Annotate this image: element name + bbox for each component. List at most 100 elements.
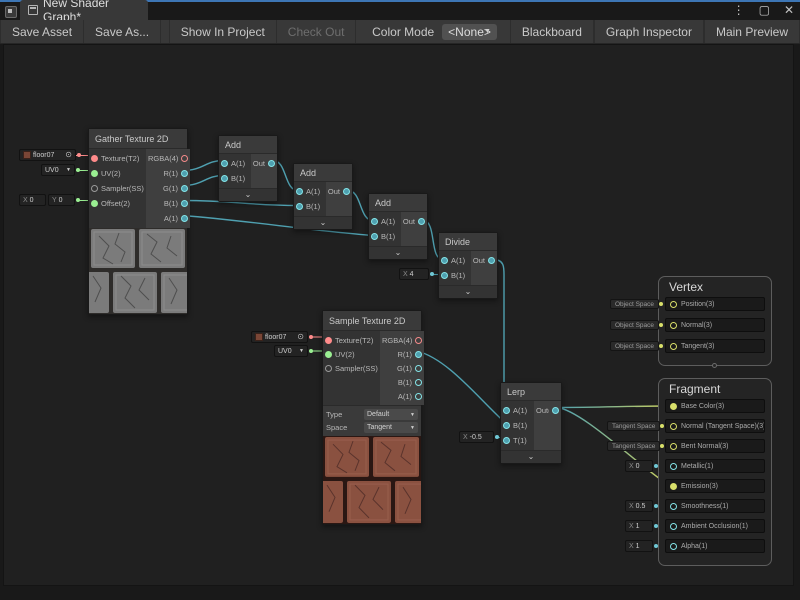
fragment-alpha-field[interactable]: X1 bbox=[625, 540, 653, 552]
fragment-metallic-field[interactable]: X0 bbox=[625, 460, 653, 472]
port-a-in[interactable] bbox=[296, 188, 303, 195]
port-ambient-occlusion[interactable] bbox=[670, 523, 677, 530]
port-sampler-in[interactable] bbox=[91, 185, 98, 192]
gather-offset-y-field[interactable]: Y 0 bbox=[48, 194, 75, 206]
port-offset-in[interactable] bbox=[91, 200, 98, 207]
port-g-out[interactable] bbox=[415, 365, 422, 372]
dropdown-arrow-icon: ▼ bbox=[299, 348, 304, 354]
node-add-1[interactable]: Add A(1) B(1) Out(1) ⌄ bbox=[218, 135, 278, 202]
port-out[interactable] bbox=[552, 407, 559, 414]
gather-texture-field[interactable]: floor07 ⊙ bbox=[19, 149, 76, 161]
port-out[interactable] bbox=[268, 160, 275, 167]
port-normal-ts[interactable] bbox=[670, 423, 677, 430]
port-g-out[interactable] bbox=[181, 185, 188, 192]
port-t-in[interactable] bbox=[503, 437, 510, 444]
port-a-in[interactable] bbox=[503, 407, 510, 414]
fragment-smoothness-field[interactable]: X0.5 bbox=[625, 500, 653, 512]
node-gather-texture-2d[interactable]: Gather Texture 2D Texture(T2) UV(2) Samp… bbox=[88, 128, 188, 315]
texture-preview-red bbox=[323, 436, 421, 524]
collapse-toggle[interactable]: ⌄ bbox=[439, 285, 497, 298]
space-tag-object-3: Object Space bbox=[610, 341, 659, 351]
maximize-icon[interactable]: ▢ bbox=[759, 3, 770, 17]
save-as-button[interactable]: Save As... bbox=[84, 20, 161, 43]
kebab-menu-icon[interactable]: ⋮ bbox=[733, 3, 745, 17]
fragment-row-bent-normal[interactable]: Bent Normal(3) bbox=[665, 439, 765, 453]
port-normal[interactable] bbox=[670, 322, 677, 329]
tab-new-shader-graph[interactable]: New Shader Graph* bbox=[20, 0, 148, 20]
save-asset-button[interactable]: Save Asset bbox=[0, 20, 84, 43]
port-rgba-out[interactable] bbox=[181, 155, 188, 162]
sample-uv-dropdown[interactable]: UV0 ▼ bbox=[274, 345, 308, 357]
port-a-in[interactable] bbox=[441, 257, 448, 264]
port-position[interactable] bbox=[670, 301, 677, 308]
port-a-out[interactable] bbox=[415, 393, 422, 400]
object-picker-icon[interactable]: ⊙ bbox=[65, 151, 72, 159]
node-divide[interactable]: Divide A(1) B(1) Out(1) ⌄ bbox=[438, 232, 498, 299]
gather-offset-x-field[interactable]: X 0 bbox=[19, 194, 46, 206]
port-out[interactable] bbox=[488, 257, 495, 264]
port-r-out[interactable] bbox=[415, 351, 422, 358]
main-preview-toggle-button[interactable]: Main Preview bbox=[704, 20, 800, 43]
show-in-project-button[interactable]: Show In Project bbox=[169, 20, 277, 43]
port-b-out[interactable] bbox=[415, 379, 422, 386]
gather-uv-dropdown[interactable]: UV0 ▼ bbox=[41, 164, 75, 176]
vertex-context-block[interactable]: Vertex Position(3) Normal(3) Tangent(3) bbox=[658, 276, 772, 366]
fragment-ao-field[interactable]: X1 bbox=[625, 520, 653, 532]
port-texture-in[interactable] bbox=[91, 155, 98, 162]
vertex-row-normal[interactable]: Normal(3) bbox=[665, 318, 765, 332]
port-b-out[interactable] bbox=[181, 200, 188, 207]
port-smoothness[interactable] bbox=[670, 503, 677, 510]
vertex-row-position[interactable]: Position(3) bbox=[665, 297, 765, 311]
collapse-toggle[interactable]: ⌄ bbox=[294, 216, 352, 229]
space-dropdown[interactable]: Tangent ▼ bbox=[364, 422, 418, 433]
fragment-row-emission[interactable]: Emission(3) bbox=[665, 479, 765, 493]
port-out[interactable] bbox=[343, 188, 350, 195]
type-dropdown[interactable]: Default ▼ bbox=[364, 409, 418, 420]
collapse-toggle[interactable]: ⌄ bbox=[219, 188, 277, 201]
port-a-in[interactable] bbox=[221, 160, 228, 167]
graph-inspector-toggle-button[interactable]: Graph Inspector bbox=[594, 20, 704, 43]
fragment-row-ambient-occlusion[interactable]: Ambient Occlusion(1) bbox=[665, 519, 765, 533]
node-lerp[interactable]: Lerp A(1) B(1) T(1) Out(1) ⌄ bbox=[500, 382, 562, 464]
port-base-color[interactable] bbox=[670, 403, 677, 410]
port-uv-in[interactable] bbox=[325, 351, 332, 358]
fragment-row-alpha[interactable]: Alpha(1) bbox=[665, 539, 765, 553]
port-alpha[interactable] bbox=[670, 543, 677, 550]
port-rgba-out[interactable] bbox=[415, 337, 422, 344]
fragment-row-smoothness[interactable]: Smoothness(1) bbox=[665, 499, 765, 513]
port-bent-normal[interactable] bbox=[670, 443, 677, 450]
fragment-row-metallic[interactable]: Metallic(1) bbox=[665, 459, 765, 473]
port-a-out[interactable] bbox=[181, 215, 188, 222]
port-metallic[interactable] bbox=[670, 463, 677, 470]
node-add-2[interactable]: Add A(1) B(1) Out(1) ⌄ bbox=[293, 163, 353, 230]
port-b-in[interactable] bbox=[371, 233, 378, 240]
fragment-row-base-color[interactable]: Base Color(3) bbox=[665, 399, 765, 413]
port-texture-in[interactable] bbox=[325, 337, 332, 344]
close-icon[interactable]: ✕ bbox=[784, 3, 794, 17]
divide-b-field[interactable]: X 4 bbox=[399, 268, 429, 280]
port-uv-in[interactable] bbox=[91, 170, 98, 177]
vertex-row-tangent[interactable]: Tangent(3) bbox=[665, 339, 765, 353]
port-emission[interactable] bbox=[670, 483, 677, 490]
fragment-row-normal[interactable]: Normal (Tangent Space)(3) bbox=[665, 419, 765, 433]
port-b-in[interactable] bbox=[296, 203, 303, 210]
port-sampler-in[interactable] bbox=[325, 365, 332, 372]
port-out[interactable] bbox=[418, 218, 425, 225]
port-a-in[interactable] bbox=[371, 218, 378, 225]
port-b-in[interactable] bbox=[503, 422, 510, 429]
color-mode-dropdown[interactable]: <None> ▼ bbox=[442, 24, 497, 40]
port-b-in[interactable] bbox=[221, 175, 228, 182]
port-b-in[interactable] bbox=[441, 272, 448, 279]
lerp-t-field[interactable]: X -0.5 bbox=[459, 431, 494, 443]
node-sample-texture-2d[interactable]: Sample Texture 2D Texture(T2) UV(2) Samp… bbox=[322, 310, 422, 525]
sample-texture-field[interactable]: floor07 ⊙ bbox=[251, 331, 308, 343]
node-add-3[interactable]: Add A(1) B(1) Out(1) ⌄ bbox=[368, 193, 428, 260]
collapse-toggle[interactable]: ⌄ bbox=[369, 246, 427, 259]
collapse-toggle[interactable]: ⌄ bbox=[501, 450, 561, 463]
port-tangent[interactable] bbox=[670, 343, 677, 350]
fragment-context-block[interactable]: Fragment Base Color(3) Normal (Tangent S… bbox=[658, 378, 772, 566]
blackboard-toggle-button[interactable]: Blackboard bbox=[510, 20, 594, 43]
port-r-out[interactable] bbox=[181, 170, 188, 177]
object-picker-icon[interactable]: ⊙ bbox=[297, 333, 304, 341]
chevron-down-icon: ⌄ bbox=[395, 249, 402, 257]
